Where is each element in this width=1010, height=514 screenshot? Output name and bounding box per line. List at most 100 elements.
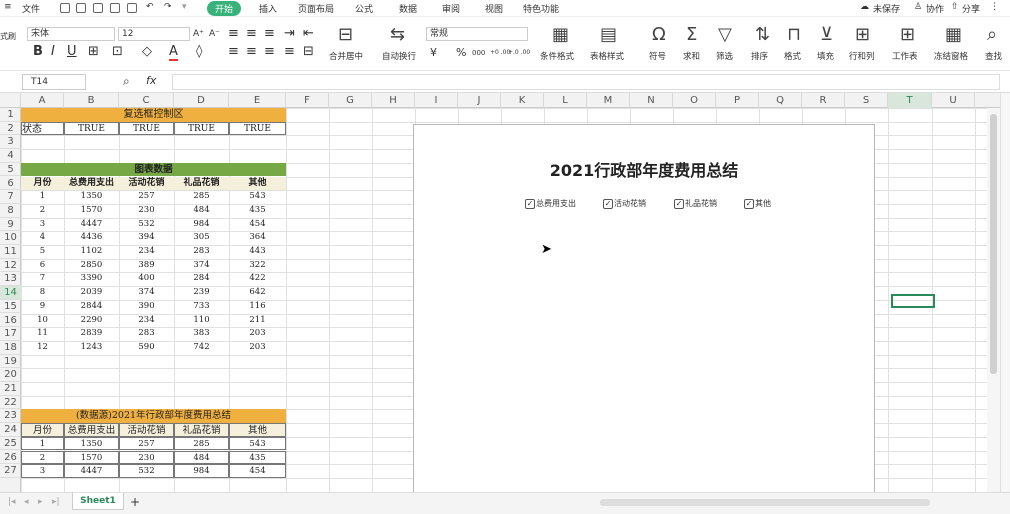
row-header[interactable]: 15 bbox=[0, 300, 21, 314]
data-cell[interactable]: 390 bbox=[119, 300, 174, 314]
unsaved-status[interactable]: 未保存 bbox=[873, 2, 900, 15]
tab-formula[interactable]: 公式 bbox=[355, 2, 373, 15]
row-header[interactable]: 27 bbox=[0, 464, 21, 478]
font-grow-icon[interactable]: A⁺ bbox=[193, 27, 204, 41]
row-header[interactable]: 20 bbox=[0, 368, 21, 382]
data-cell[interactable]: 10 bbox=[21, 314, 64, 328]
data-cell[interactable]: 364 bbox=[229, 231, 286, 245]
data-cell[interactable]: 110 bbox=[174, 314, 229, 328]
column-header[interactable]: F bbox=[286, 93, 329, 108]
data-cell[interactable]: 8 bbox=[21, 286, 64, 300]
control-title-banner[interactable]: 复选框控制区 bbox=[21, 108, 286, 122]
add-sheet-button[interactable]: + bbox=[130, 495, 140, 509]
data-cell[interactable]: 6 bbox=[21, 259, 64, 273]
menu-file[interactable]: 文件 bbox=[22, 2, 40, 15]
data-cell[interactable]: 2844 bbox=[64, 300, 119, 314]
cell-style-icon[interactable]: ⊡ bbox=[112, 45, 123, 59]
merge-button[interactable]: 合并居中 bbox=[329, 50, 363, 62]
align-right-icon[interactable]: ≡ bbox=[264, 45, 275, 59]
distributed-icon[interactable]: ⊟ bbox=[303, 45, 314, 59]
data-cell[interactable]: 2039 bbox=[64, 286, 119, 300]
first-sheet-icon[interactable]: |◂ bbox=[8, 497, 16, 507]
font-size-select[interactable]: 12 bbox=[118, 27, 190, 41]
checkbox-other[interactable]: ✓ 其他 bbox=[744, 198, 771, 209]
sort-button[interactable]: 排序 bbox=[751, 50, 768, 62]
status-value[interactable]: TRUE bbox=[119, 121, 174, 136]
tab-start[interactable]: 开始 bbox=[207, 1, 242, 16]
align-left-icon[interactable]: ≡ bbox=[228, 45, 239, 59]
fill-color-icon[interactable]: ◇ bbox=[142, 45, 152, 59]
function-button[interactable]: fx bbox=[146, 74, 156, 87]
rowcol-button[interactable]: 行和列 bbox=[849, 50, 875, 62]
freeze-icon[interactable]: ▦ bbox=[945, 25, 962, 45]
data-cell[interactable]: 4436 bbox=[64, 231, 119, 245]
outdent-icon[interactable]: ⇤ bbox=[303, 27, 314, 41]
preview-icon[interactable] bbox=[127, 3, 137, 13]
column-header[interactable]: O bbox=[673, 93, 716, 108]
column-header[interactable]: M bbox=[587, 93, 630, 108]
find-button[interactable]: 查找 bbox=[985, 50, 1002, 62]
align-top-icon[interactable]: ≡ bbox=[228, 27, 239, 41]
row-header[interactable]: 13 bbox=[0, 272, 21, 287]
column-header[interactable]: E bbox=[229, 93, 286, 108]
chart-area[interactable]: 2021行政部年度费用总结 bbox=[413, 124, 875, 494]
source-cell[interactable]: 435 bbox=[229, 450, 286, 465]
row-header[interactable]: 18 bbox=[0, 341, 21, 355]
thousands-button[interactable]: 000 bbox=[472, 46, 485, 60]
data-cell[interactable]: 984 bbox=[174, 218, 229, 232]
data-cell[interactable]: 203 bbox=[229, 327, 286, 341]
font-color-icon[interactable]: A bbox=[169, 45, 178, 61]
data-cell[interactable]: 389 bbox=[119, 259, 174, 273]
data-cell[interactable]: 383 bbox=[174, 327, 229, 341]
column-header[interactable]: I bbox=[415, 93, 458, 108]
table-header[interactable]: 月份 bbox=[21, 176, 64, 191]
row-header[interactable]: 26 bbox=[0, 451, 21, 465]
source-cell[interactable]: 1 bbox=[21, 436, 64, 451]
horizontal-scrollbar[interactable] bbox=[600, 499, 930, 506]
data-cell[interactable]: 230 bbox=[119, 204, 174, 218]
column-header[interactable]: K bbox=[501, 93, 544, 108]
tab-review[interactable]: 审阅 bbox=[442, 2, 460, 15]
find-icon[interactable]: ⌕ bbox=[987, 25, 997, 45]
source-cell[interactable]: 454 bbox=[229, 464, 286, 478]
row-header[interactable]: 21 bbox=[0, 382, 21, 396]
data-cell[interactable]: 733 bbox=[174, 300, 229, 314]
scroll-thumb[interactable] bbox=[990, 114, 997, 374]
table-style-icon[interactable]: ▤ bbox=[600, 25, 617, 45]
font-name-select[interactable]: 宋体 bbox=[27, 27, 115, 41]
hamburger-icon[interactable]: ≡ bbox=[4, 2, 12, 12]
rowcol-icon[interactable]: ⊞ bbox=[855, 25, 870, 45]
formula-input[interactable] bbox=[172, 74, 1000, 90]
data-cell[interactable]: 484 bbox=[174, 204, 229, 218]
data-cell[interactable]: 454 bbox=[229, 218, 286, 232]
source-header[interactable]: 活动花销 bbox=[119, 423, 174, 437]
row-header[interactable]: 22 bbox=[0, 396, 21, 410]
symbol-icon[interactable]: Ω bbox=[652, 25, 666, 45]
row-header[interactable]: 17 bbox=[0, 327, 21, 341]
zoom-icon[interactable]: ⌕ bbox=[123, 74, 130, 89]
row-header[interactable]: 14 bbox=[0, 286, 21, 300]
sheet-tab[interactable]: Sheet1 bbox=[72, 493, 124, 510]
row-header[interactable]: 4 bbox=[0, 149, 21, 163]
column-header[interactable]: G bbox=[329, 93, 372, 108]
data-cell[interactable]: 116 bbox=[229, 300, 286, 314]
print-icon[interactable] bbox=[110, 3, 120, 13]
column-header[interactable]: R bbox=[802, 93, 845, 108]
select-all-corner[interactable] bbox=[0, 93, 21, 108]
checkbox-total[interactable]: ✓ 总费用支出 bbox=[525, 198, 576, 209]
worksheet-icon[interactable]: ⊞ bbox=[900, 25, 915, 45]
table-style-button[interactable]: 表格样式 bbox=[590, 50, 624, 62]
last-sheet-icon[interactable]: ▸| bbox=[52, 497, 60, 507]
align-bottom-icon[interactable]: ≡ bbox=[264, 27, 275, 41]
data-cell[interactable]: 435 bbox=[229, 204, 286, 218]
data-cell[interactable]: 400 bbox=[119, 272, 174, 286]
more-icon[interactable]: ⋮ bbox=[990, 2, 999, 12]
data-cell[interactable]: 9 bbox=[21, 300, 64, 314]
column-header[interactable]: H bbox=[372, 93, 415, 108]
data-cell[interactable]: 234 bbox=[119, 314, 174, 328]
clear-icon[interactable]: ◊ bbox=[196, 45, 202, 59]
data-cell[interactable]: 443 bbox=[229, 245, 286, 259]
row-header[interactable]: 5 bbox=[0, 163, 21, 177]
column-header[interactable]: L bbox=[544, 93, 587, 108]
data-cell[interactable]: 394 bbox=[119, 231, 174, 245]
